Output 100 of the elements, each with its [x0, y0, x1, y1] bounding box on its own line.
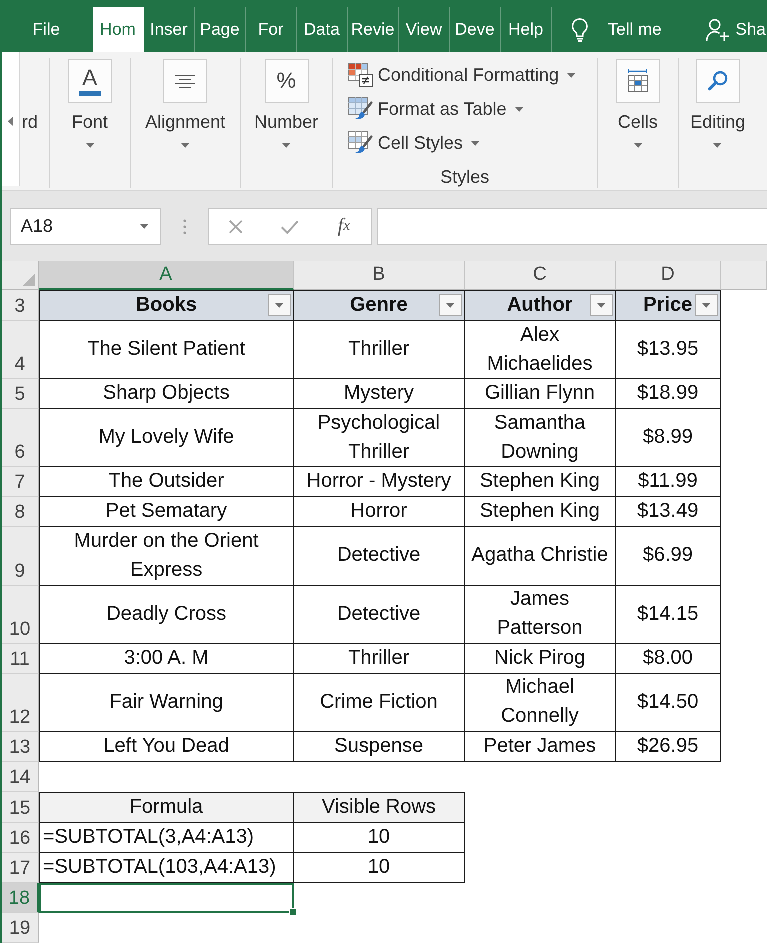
table-cell: $14.15	[616, 586, 721, 644]
row-header[interactable]: 4	[2, 321, 39, 380]
table-cell: Agatha Christie	[465, 527, 616, 586]
table-cell: Detective	[294, 527, 465, 586]
table-cell: Thriller	[294, 644, 465, 674]
table-cell: =SUBTOTAL(103,A4:A13)	[39, 853, 294, 883]
group-label: Styles	[440, 166, 490, 188]
ribbon-group-button[interactable]: Alignment	[145, 58, 226, 148]
table-cell: =SUBTOTAL(3,A4:A13)	[39, 823, 294, 853]
table-cell: $8.99	[616, 409, 721, 468]
active-cell[interactable]	[39, 883, 294, 913]
name-box[interactable]: A18	[10, 208, 161, 245]
column-title: Price	[644, 293, 692, 318]
search-icon	[696, 59, 740, 103]
ribbon-group-button[interactable]: Editing	[690, 58, 746, 148]
filter-dropdown-button[interactable]	[695, 294, 718, 316]
fill-handle[interactable]	[289, 908, 297, 916]
ribbon-tab[interactable]: Hom	[93, 7, 144, 52]
align-center-icon	[163, 59, 208, 103]
cross-icon	[229, 220, 243, 234]
ribbon-tab[interactable]: File	[0, 7, 93, 52]
vertical-dots-icon	[182, 218, 186, 234]
table-grid-icon	[616, 59, 660, 103]
lightbulb-icon	[571, 18, 589, 42]
filter-dropdown-button[interactable]	[268, 294, 291, 316]
table-cell: $6.99	[616, 527, 721, 586]
table-cell: Alex Michaelides	[465, 321, 616, 380]
caret-down-icon	[702, 302, 711, 308]
filter-dropdown-button[interactable]	[439, 294, 462, 316]
ribbon-menu-button[interactable]: Conditional Formatting	[333, 58, 576, 92]
triangle-icon	[23, 274, 35, 286]
table-cell: Samantha Downing	[465, 409, 616, 468]
table-cell: Stephen King	[465, 497, 616, 528]
row-header[interactable]: 5	[2, 379, 39, 410]
column-title: Books	[136, 293, 198, 318]
table-cell: Suspense	[294, 732, 465, 762]
caret-down-icon	[275, 302, 284, 308]
column-header[interactable]: A	[39, 261, 294, 290]
caret-left-icon	[8, 117, 13, 126]
row-header[interactable]: 15	[2, 792, 39, 823]
row-header[interactable]: 14	[2, 762, 39, 792]
ribbon-group-button[interactable]: % Number	[254, 58, 319, 148]
row-header[interactable]: 16	[2, 823, 39, 853]
table-cell: Peter James	[465, 732, 616, 762]
table-cell: Left You Dead	[39, 732, 294, 762]
table-header-cell: Visible Rows	[294, 792, 465, 823]
table-cell: Mystery	[294, 379, 465, 410]
table-cell: Crime Fiction	[294, 674, 465, 732]
table-header-cell: Formula	[39, 792, 294, 823]
ribbon-group-button[interactable]: A Font	[68, 58, 112, 148]
ribbon-menu-button[interactable]: Format as Table	[333, 92, 524, 126]
table-cell: Horror	[294, 497, 465, 528]
table-cell: Detective	[294, 586, 465, 644]
table-cell: $11.99	[616, 467, 721, 498]
table-cell: Thriller	[294, 321, 465, 380]
cell-brush-icon	[348, 131, 373, 155]
formula-input[interactable]	[377, 208, 767, 245]
row-header[interactable]: 9	[2, 527, 39, 586]
table-cell: $18.99	[616, 379, 721, 410]
table-cell: 3:00 A. M	[39, 644, 294, 674]
ribbon-menu-button[interactable]: Cell Styles	[333, 126, 480, 160]
table-cell: 10	[294, 823, 465, 853]
row-header[interactable]: 7	[2, 467, 39, 498]
caret-down-icon	[140, 224, 149, 229]
row-header[interactable]: 8	[2, 497, 39, 528]
percent-icon: %	[264, 59, 308, 103]
table-cell: The Outsider	[39, 467, 294, 498]
row-header[interactable]: 13	[2, 732, 39, 762]
table-cell: Sharp Objects	[39, 379, 294, 410]
row-header[interactable]: 11	[2, 644, 39, 674]
column-header[interactable]: B	[294, 261, 465, 290]
table-cell: Gillian Flynn	[465, 379, 616, 410]
checkmark-icon	[281, 220, 299, 234]
row-header[interactable]: 12	[2, 674, 39, 732]
table-cell: My Lovely Wife	[39, 409, 294, 468]
filter-dropdown-button[interactable]	[590, 294, 613, 316]
group-label: rd	[22, 111, 38, 133]
column-header[interactable]: C	[465, 261, 616, 290]
tell-me-button[interactable]: Tell me	[571, 7, 662, 52]
table-cell: $13.49	[616, 497, 721, 528]
table-cell: Michael Connelly	[465, 674, 616, 732]
caret-down-icon	[713, 143, 722, 148]
row-header[interactable]: 6	[2, 409, 39, 468]
row-header[interactable]: 10	[2, 586, 39, 644]
ribbon-group-button[interactable]: Cells	[616, 58, 660, 148]
share-button[interactable]: Sha	[706, 7, 767, 52]
row-header[interactable]: 18	[2, 883, 39, 913]
caret-down-icon	[634, 143, 642, 148]
column-header[interactable]: D	[616, 261, 721, 290]
caret-down-icon	[282, 143, 291, 148]
column-title: Genre	[350, 293, 408, 318]
table-cell: The Silent Patient	[39, 321, 294, 380]
row-header[interactable]: 17	[2, 853, 39, 883]
row-header[interactable]: 3	[2, 290, 39, 321]
table-cell: $14.50	[616, 674, 721, 732]
caret-down-icon	[597, 302, 606, 308]
table-cell: $8.00	[616, 644, 721, 674]
table-rules-icon	[348, 63, 373, 87]
caret-down-icon	[567, 72, 576, 78]
row-header[interactable]: 19	[2, 913, 39, 943]
